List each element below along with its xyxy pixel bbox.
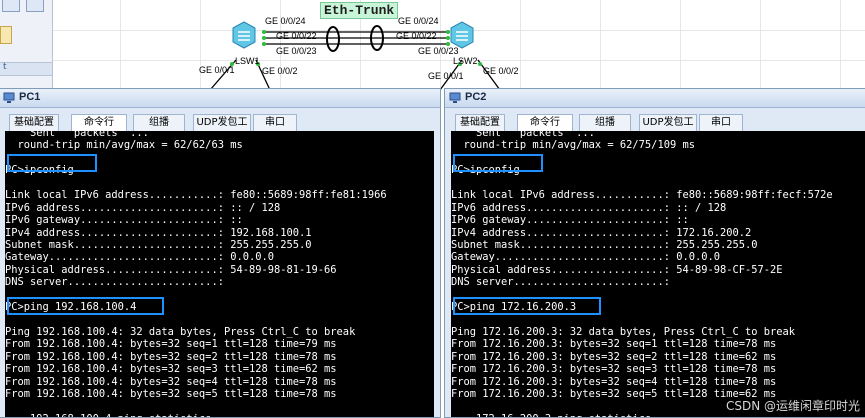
- console-line: IPv4 address......................: 172.…: [451, 226, 752, 239]
- console-line: From 192.168.100.4: bytes=32 seq=3 ttl=1…: [5, 363, 337, 376]
- lsw2-port-label: GE 0/0/1: [428, 71, 464, 81]
- console-line: Subnet mask.......................: 255.…: [5, 238, 312, 251]
- tab-basic-config[interactable]: 基础配置: [455, 114, 505, 131]
- console-line: --- 192.168.100.4 ping statistics ---: [5, 413, 434, 417]
- lsw2-port-label: GE 0/0/22: [396, 31, 437, 41]
- console-line: Physical address..................: 54-8…: [451, 263, 783, 276]
- console-line: Sent packets ...: [5, 131, 149, 139]
- lsw1-port-label: GE 0/0/1: [199, 65, 235, 75]
- console-line: IPv4 address......................: 192.…: [5, 226, 312, 239]
- lsw1-port-label: GE 0/0/22: [276, 31, 317, 41]
- pc1-title: PC1: [19, 91, 41, 103]
- pc2-titlebar[interactable]: PC2: [445, 89, 865, 108]
- console-line: From 172.16.200.3: bytes=32 seq=4 ttl=12…: [451, 375, 777, 388]
- tab-command-line[interactable]: 命令行: [71, 114, 127, 131]
- tab-serial[interactable]: 串口: [253, 114, 297, 131]
- console-line: IPv6 address......................: :: /…: [5, 201, 281, 214]
- console-line: From 172.16.200.3: bytes=32 seq=3 ttl=12…: [451, 363, 777, 376]
- lsw2-port-label: GE 0/0/24: [398, 16, 439, 26]
- pc2-console[interactable]: Sent packets ... round-trip min/avg/max …: [451, 131, 865, 417]
- console-line: From 172.16.200.3: bytes=32 seq=1 ttl=12…: [451, 338, 777, 351]
- pc1-console[interactable]: Sent packets ... round-trip min/avg/max …: [5, 131, 434, 417]
- console-line: Subnet mask.......................: 255.…: [451, 238, 758, 251]
- topology-canvas[interactable]: t Eth-Trunk GE 0/0/24 GE 0/0/22 GE 0/0/2…: [0, 0, 865, 90]
- lsw2-name: LSW2: [453, 56, 478, 66]
- lsw2-port-label: GE 0/0/2: [483, 66, 519, 76]
- eth-trunk-label: Eth-Trunk: [320, 2, 399, 19]
- lsw1-port-label: GE 0/0/2: [262, 66, 298, 76]
- lsw1-port-label: GE 0/0/23: [276, 46, 317, 56]
- ping-highlight-box: [453, 297, 601, 315]
- pc2-window[interactable]: PC2 基础配置 命令行 组播 UDP发包工具 串口 Sent packets …: [444, 88, 865, 418]
- lsw1-name: LSW1: [235, 56, 260, 66]
- console-line: Gateway...........................: 0.0.…: [5, 251, 274, 264]
- tab-udp-tool[interactable]: UDP发包工具: [639, 114, 697, 144]
- console-line: DNS server........................:: [451, 276, 670, 289]
- console-line: From 192.168.100.4: bytes=32 seq=4 ttl=1…: [5, 375, 337, 388]
- console-line: IPv6 address......................: :: /…: [451, 201, 727, 214]
- console-line: Gateway...........................: 0.0.…: [451, 251, 720, 264]
- ipconfig-highlight-box: [7, 154, 97, 172]
- console-line: Ping 172.16.200.3: 32 data bytes, Press …: [451, 326, 796, 338]
- console-line: Link local IPv6 address...........: fe80…: [451, 189, 833, 202]
- tab-basic-config[interactable]: 基础配置: [9, 114, 59, 131]
- pc2-title: PC2: [465, 91, 487, 103]
- ping-highlight-box: [7, 297, 164, 315]
- ipconfig-highlight-box: [453, 154, 543, 172]
- pc1-window[interactable]: PC1 基础配置 命令行 组播 UDP发包工具 串口 Sent packets …: [0, 88, 441, 418]
- tab-multicast[interactable]: 组播: [133, 114, 185, 131]
- console-line: round-trip min/avg/max = 62/62/63 ms: [5, 139, 243, 152]
- console-line: DNS server........................:: [5, 276, 224, 289]
- console-line: From 192.168.100.4: bytes=32 seq=1 ttl=1…: [5, 338, 337, 351]
- lsw1-port-label: GE 0/0/24: [265, 16, 306, 26]
- console-line: IPv6 gateway......................: ::: [451, 214, 689, 227]
- console-line: IPv6 gateway......................: ::: [5, 214, 243, 227]
- pc1-titlebar[interactable]: PC1: [0, 89, 440, 108]
- lsw1-switch-icon[interactable]: [229, 20, 259, 50]
- pc2-console-output: Sent packets ... round-trip min/avg/max …: [451, 131, 865, 417]
- tab-serial[interactable]: 串口: [699, 114, 743, 131]
- tab-udp-tool[interactable]: UDP发包工具: [193, 114, 251, 144]
- tab-multicast[interactable]: 组播: [579, 114, 631, 131]
- console-line: From 192.168.100.4: bytes=32 seq=2 ttl=1…: [5, 350, 337, 363]
- console-line: From 172.16.200.3: bytes=32 seq=2 ttl=12…: [451, 350, 777, 363]
- console-line: Link local IPv6 address...........: fe80…: [5, 189, 387, 202]
- pc1-tabbar: 基础配置 命令行 组播 UDP发包工具 串口: [0, 108, 440, 144]
- console-line: Sent packets ...: [451, 131, 595, 139]
- pc-icon: [3, 92, 15, 103]
- pc1-console-output: Sent packets ... round-trip min/avg/max …: [5, 131, 434, 417]
- tab-command-line[interactable]: 命令行: [517, 114, 573, 131]
- csdn-watermark: CSDN @运维闲章印时光: [725, 399, 860, 413]
- console-line: Physical address..................: 54-8…: [5, 263, 337, 276]
- pc2-tabbar: 基础配置 命令行 组播 UDP发包工具 串口: [445, 108, 865, 144]
- console-line: From 192.168.100.4: bytes=32 seq=5 ttl=1…: [5, 388, 337, 401]
- console-line: Ping 192.168.100.4: 32 data bytes, Press…: [5, 326, 356, 338]
- lsw2-port-label: GE 0/0/23: [418, 46, 459, 56]
- console-line: round-trip min/avg/max = 62/75/109 ms: [451, 139, 695, 152]
- pc-icon: [449, 92, 461, 103]
